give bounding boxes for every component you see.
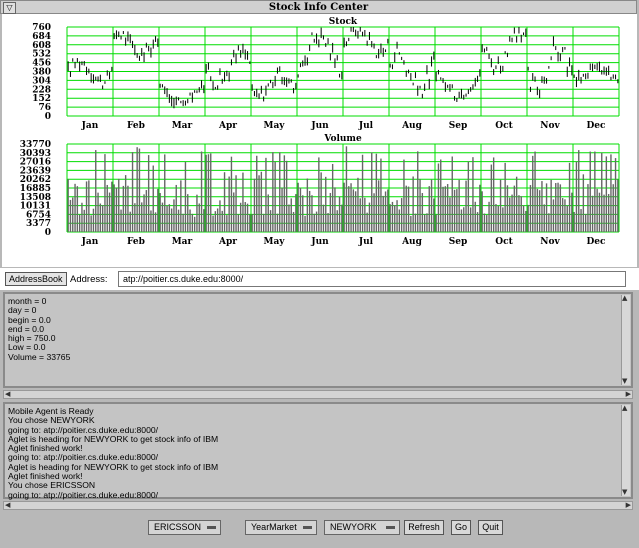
scroll-up-icon[interactable]: ▲: [622, 405, 627, 412]
scroll-down-icon[interactable]: ▼: [622, 378, 627, 385]
info-line: Volume = 33765: [8, 351, 71, 362]
address-input[interactable]: atp://poitier.cs.duke.edu:8000/: [118, 271, 626, 287]
company-select[interactable]: ERICSSON: [148, 520, 221, 535]
go-button[interactable]: Go: [451, 520, 471, 535]
chart-title: Volume: [323, 134, 362, 144]
y-tick-label: 0: [45, 228, 51, 238]
info-line: high = 750.0: [8, 333, 56, 344]
info-line: end = 0.0: [8, 323, 45, 334]
info-line: month = 0: [8, 296, 47, 306]
x-tick-label: Mar: [172, 121, 193, 131]
x-tick-label: May: [263, 237, 285, 247]
address-label: Address:: [70, 274, 108, 285]
x-tick-label: Oct: [495, 237, 513, 247]
x-tick-label: Dec: [586, 237, 606, 247]
y-tick-label: 0: [45, 112, 51, 122]
title-bar: ▽ Stock Info Center: [0, 0, 637, 14]
x-tick-label: Jul: [358, 121, 374, 131]
x-tick-label: Jun: [310, 237, 329, 247]
x-tick-label: Sep: [449, 121, 468, 131]
x-tick-label: Nov: [540, 237, 560, 247]
addressbook-button[interactable]: AddressBook: [5, 272, 67, 286]
x-tick-label: Apr: [218, 121, 237, 131]
scroll-left-icon[interactable]: ◀: [5, 391, 10, 398]
info-line: begin = 0.0: [8, 314, 51, 325]
x-tick-label: May: [263, 121, 285, 131]
control-bar: [0, 512, 639, 548]
x-tick-label: Feb: [127, 237, 145, 247]
dropdown-icon: [207, 526, 216, 529]
log-line: Aglet is heading for NEWYORK to get stoc…: [8, 433, 219, 444]
company-select-value: ERICSSON: [154, 522, 202, 532]
info-horizontal-scrollbar[interactable]: ◀ ▶: [3, 390, 633, 399]
log-line: Aglet finished work!: [8, 471, 83, 482]
chart-area: Stock 760 684 608 532 456 380 304 228 152 76 0 Jan Fe…: [2, 14, 637, 267]
info-vertical-scrollbar[interactable]: ▲ ▼: [621, 295, 630, 385]
log-line: Aglet is heading for NEWYORK to get stoc…: [8, 461, 219, 472]
x-tick-label: Aug: [401, 121, 423, 131]
info-line: Low = 0.0: [8, 342, 46, 353]
window-title: Stock Info Center: [268, 2, 369, 13]
exchange-select[interactable]: NEWYORK: [324, 520, 400, 535]
info-text: month = 0 day = 0 begin = 0.0 end = 0.0 high…: [8, 296, 619, 383]
x-tick-label: Sep: [449, 237, 468, 247]
scroll-left-icon[interactable]: ◀: [5, 502, 10, 509]
scroll-down-icon[interactable]: ▼: [622, 489, 627, 496]
charts-canvas: Stock760684608532456380304228152760Jan Fe…: [20, 17, 620, 247]
x-tick-label: Mar: [172, 237, 193, 247]
x-tick-label: Jan: [81, 237, 99, 247]
scroll-up-icon[interactable]: ▲: [622, 295, 627, 302]
x-tick-label: Dec: [586, 121, 606, 131]
log-panel: Mobile Agent is Ready You chose NEWYORK go…: [3, 402, 633, 499]
period-select[interactable]: YearMarket: [245, 520, 317, 535]
log-horizontal-scrollbar[interactable]: ◀ ▶: [3, 501, 633, 510]
scroll-right-icon[interactable]: ▶: [626, 502, 631, 509]
log-line: Mobile Agent is Ready: [8, 406, 94, 416]
x-tick-label: Jan: [81, 121, 99, 131]
dropdown-icon: [303, 526, 312, 529]
dropdown-icon: [386, 526, 395, 529]
x-tick-label: Feb: [127, 121, 145, 131]
period-select-value: YearMarket: [251, 522, 297, 532]
log-vertical-scrollbar[interactable]: ▲ ▼: [621, 405, 630, 496]
x-tick-label: Aug: [401, 237, 423, 247]
x-tick-label: Jun: [310, 121, 329, 131]
info-panel: month = 0 day = 0 begin = 0.0 end = 0.0 high…: [3, 292, 633, 388]
x-tick-label: Nov: [540, 121, 560, 131]
x-tick-label: Oct: [495, 121, 513, 131]
stock-info-window: ▽ Stock Info Center Stock 760 684 608 532 456…: [0, 0, 639, 548]
exchange-select-value: NEWYORK: [330, 522, 377, 532]
log-line: going to: atp://poitier.cs.duke.edu:8000…: [8, 489, 159, 500]
log-text: Mobile Agent is Ready You chose NEWYORK go…: [8, 406, 619, 499]
scroll-right-icon[interactable]: ▶: [626, 391, 631, 398]
refresh-button[interactable]: Refresh: [404, 520, 444, 535]
x-tick-label: Jul: [358, 237, 374, 247]
x-tick-label: Apr: [218, 237, 237, 247]
info-line: day = 0: [8, 305, 37, 316]
quit-button[interactable]: Quit: [478, 520, 503, 535]
chart-title: Stock: [329, 17, 358, 27]
